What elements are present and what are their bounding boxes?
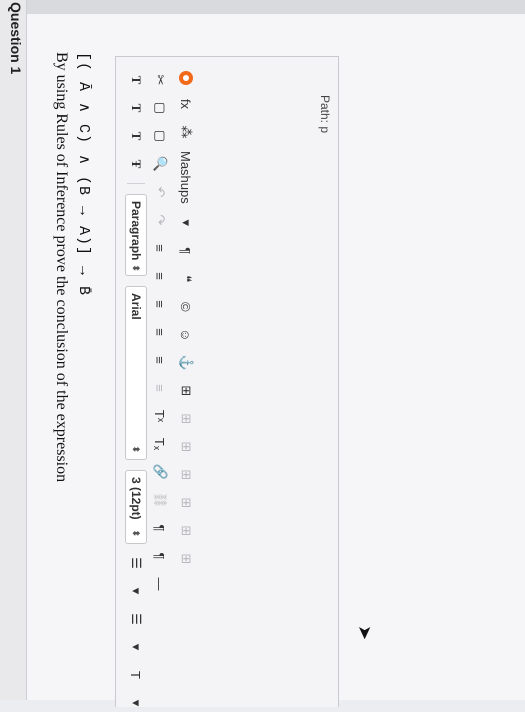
select-arrows-icon: ⬍: [131, 445, 142, 453]
cut-icon[interactable]: ✂: [150, 71, 170, 89]
status-path: Path: p: [318, 95, 332, 134]
find-icon[interactable]: 🔍: [150, 155, 170, 173]
question-header: Question 1: [0, 0, 27, 700]
size-select-label: 3 (12pt): [129, 477, 143, 520]
left-margin: [0, 0, 525, 14]
table-split-icon[interactable]: ⊞: [176, 550, 196, 568]
table-insert-row-icon[interactable]: ⊞: [176, 410, 196, 428]
align-right-icon[interactable]: ≡: [150, 295, 170, 313]
text-color-button[interactable]: T: [126, 666, 146, 684]
table-delete-col-icon[interactable]: ⊞: [176, 494, 196, 512]
unlink-icon[interactable]: ⛓: [150, 491, 170, 509]
chevron-down-icon[interactable]: ▾: [126, 582, 146, 600]
horizontal-rule-icon[interactable]: —: [150, 575, 170, 593]
font-family-select[interactable]: Arial ⬍: [125, 286, 147, 460]
align-center-icon[interactable]: ≡: [150, 267, 170, 285]
mashups-dots-icon: ⁂: [179, 125, 194, 139]
numbered-list-button[interactable]: ☰: [126, 610, 146, 628]
screen-rotated: Question 1 By using Rules of Inference p…: [0, 0, 525, 707]
mouse-cursor-icon: ➤: [355, 625, 375, 641]
table-merge-icon[interactable]: ⊞: [176, 522, 196, 540]
link-icon[interactable]: 🔗: [150, 463, 170, 481]
redo-icon[interactable]: ↷: [150, 211, 170, 229]
toolbar-row-2: ✂ ▢ ▢ 🔍 ↶ ↷ ≡ ≡ ≡ ≡ ≡ ≡ Tˣ Tₓ 🔗 ⛓ ¶ ¶ —: [148, 71, 172, 593]
chevron-down-icon[interactable]: ▾: [126, 638, 146, 656]
pilcrow-icon[interactable]: ¶: [176, 242, 196, 260]
table-icon[interactable]: ⊞: [176, 382, 196, 400]
rich-text-editor[interactable]: T T T Ŧ Paragraph ⬍ Arial ⬍ 3 (12pt) ⬍ ☰…: [115, 56, 339, 707]
outdent-icon[interactable]: ≡: [150, 351, 170, 369]
logic-expression: [( Ā ∧ C) ∧ (B → A)] → B̄: [75, 52, 92, 296]
formula-button[interactable]: fx: [176, 95, 196, 113]
select-arrows-icon: ⬍: [131, 529, 142, 537]
underline-button[interactable]: T: [126, 127, 146, 145]
mashups-button[interactable]: Mashups: [176, 151, 196, 204]
chevron-down-icon[interactable]: ▾: [176, 214, 196, 232]
paragraph-select[interactable]: Paragraph ⬍: [125, 194, 147, 276]
strikethrough-button[interactable]: Ŧ: [126, 155, 146, 173]
italic-button[interactable]: T: [126, 99, 146, 117]
question-prompt: By using Rules of Inference prove the co…: [53, 52, 70, 483]
font-size-select[interactable]: 3 (12pt) ⬍: [125, 470, 147, 544]
copyright-icon[interactable]: ©: [176, 298, 196, 316]
bullet-list-button[interactable]: ☰: [126, 554, 146, 572]
question-title: Question 1: [8, 2, 24, 75]
record-icon[interactable]: [179, 71, 193, 85]
font-select-label: Arial: [129, 293, 143, 320]
paragraph-select-label: Paragraph: [129, 201, 143, 261]
bold-button[interactable]: T: [126, 71, 146, 89]
blockquote-icon[interactable]: ❝: [176, 270, 196, 288]
align-left-icon[interactable]: ≡: [150, 239, 170, 257]
anchor-icon[interactable]: ⚓: [176, 354, 196, 372]
superscript-button[interactable]: Tˣ: [150, 407, 170, 425]
ltr-icon[interactable]: ¶: [150, 519, 170, 537]
divider: [127, 183, 145, 184]
select-arrows-icon: ⬍: [131, 264, 142, 272]
toolbar-row-1: T T T Ŧ Paragraph ⬍ Arial ⬍ 3 (12pt) ⬍ ☰…: [124, 71, 148, 712]
undo-icon[interactable]: ↶: [150, 183, 170, 201]
align-justify-icon[interactable]: ≡: [150, 323, 170, 341]
chevron-down-icon[interactable]: ▾: [126, 694, 146, 712]
copy-icon[interactable]: ▢: [150, 99, 170, 117]
subscript-button[interactable]: Tₓ: [150, 435, 170, 453]
table-delete-row-icon[interactable]: ⊞: [176, 466, 196, 484]
emoji-icon[interactable]: ☺: [176, 326, 196, 344]
paste-icon[interactable]: ▢: [150, 127, 170, 145]
toolbar-row-3: fx ⁂ Mashups ▾ ¶ ❝ © ☺ ⚓ ⊞ ⊞ ⊞ ⊞ ⊞ ⊞ ⊞: [174, 71, 198, 568]
table-insert-col-icon[interactable]: ⊞: [176, 438, 196, 456]
rtl-icon[interactable]: ¶: [150, 547, 170, 565]
indent-icon[interactable]: ≡: [150, 379, 170, 397]
